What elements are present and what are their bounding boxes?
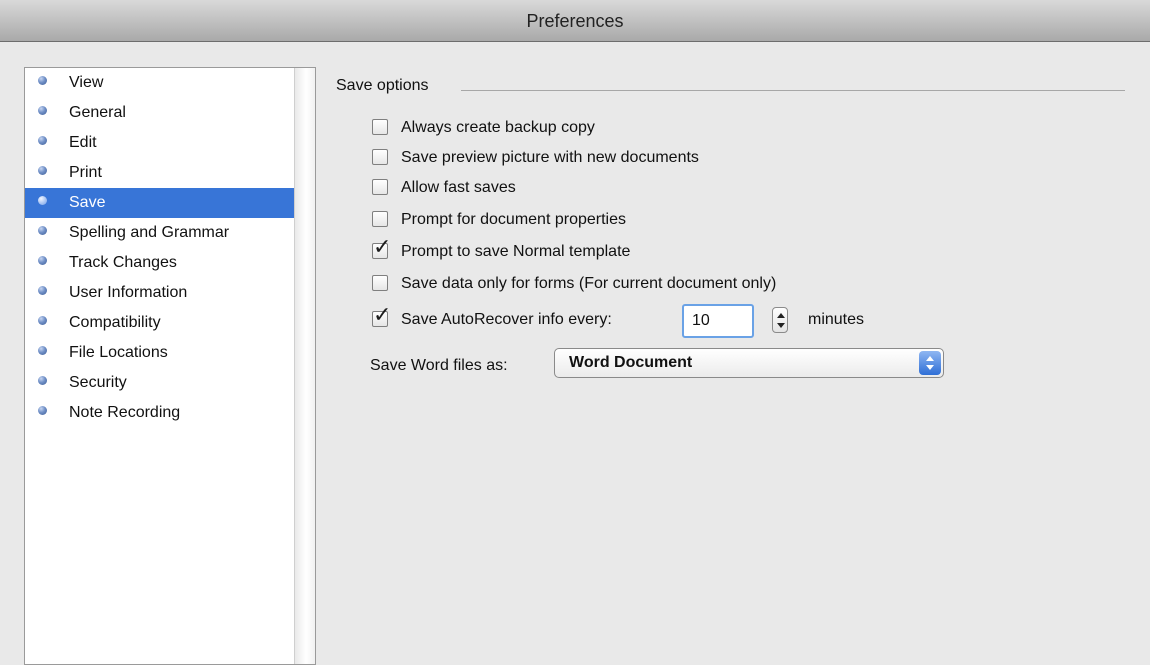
sidebar-item-security[interactable]: Security (25, 368, 295, 398)
sidebar-item-label: Spelling and Grammar (69, 224, 230, 241)
sidebar-item-label: View (69, 74, 104, 91)
save-options-panel: Save options Always create backup copy S… (336, 42, 1126, 665)
bullet-icon (38, 76, 47, 85)
fast-saves-checkbox[interactable] (372, 179, 388, 195)
sidebar-item-label: User Information (69, 284, 188, 301)
sidebar-item-note-recording[interactable]: Note Recording (25, 398, 295, 428)
sidebar-item-edit[interactable]: Edit (25, 128, 295, 158)
bullet-icon (38, 256, 47, 265)
stepper-down-icon[interactable] (777, 323, 785, 328)
bullet-icon (38, 226, 47, 235)
group-divider (461, 90, 1125, 91)
save-format-value: Word Document (569, 354, 693, 371)
title-bar: Preferences (0, 0, 1150, 42)
sidebar-item-user-information[interactable]: User Information (25, 278, 295, 308)
preferences-body: View General Edit Print Save Spelling an… (0, 42, 1150, 665)
bullet-icon (38, 286, 47, 295)
sidebar-item-file-locations[interactable]: File Locations (25, 338, 295, 368)
autorecover-minutes-input[interactable]: 10 (682, 304, 754, 338)
sidebar-item-label: Compatibility (69, 314, 161, 331)
checkbox-label: Save data only for forms (For current do… (401, 275, 777, 292)
sidebar-item-label: Security (69, 374, 127, 391)
checkbox-label: Always create backup copy (401, 119, 595, 136)
forms-data-checkbox[interactable] (372, 275, 388, 291)
minutes-label: minutes (808, 311, 865, 328)
sidebar-list: View General Edit Print Save Spelling an… (25, 68, 295, 664)
sidebar-item-label: Track Changes (69, 254, 177, 271)
sidebar-item-print[interactable]: Print (25, 158, 295, 188)
select-arrows-icon (919, 351, 941, 375)
save-as-label: Save Word files as: (370, 357, 508, 374)
group-title: Save options (336, 77, 439, 95)
chevron-up-icon (926, 356, 934, 361)
checkbox-label: Prompt for document properties (401, 211, 626, 228)
document-properties-checkbox[interactable] (372, 211, 388, 227)
sidebar-item-track-changes[interactable]: Track Changes (25, 248, 295, 278)
sidebar-item-view[interactable]: View (25, 68, 295, 98)
checkbox-label: Allow fast saves (401, 179, 516, 196)
sidebar-item-label: General (69, 104, 126, 121)
sidebar-item-general[interactable]: General (25, 98, 295, 128)
bullet-icon (38, 346, 47, 355)
bullet-icon (38, 166, 47, 175)
sidebar-item-save[interactable]: Save (25, 188, 295, 218)
autorecover-checkbox[interactable]: ✓ (372, 304, 391, 328)
checkbox-label: Save preview picture with new documents (401, 149, 699, 166)
sidebar-item-label: Save (69, 194, 106, 211)
backup-copy-checkbox[interactable] (372, 119, 388, 135)
window-title: Preferences (526, 11, 624, 31)
chevron-down-icon (926, 365, 934, 370)
sidebar-item-label: Print (69, 164, 102, 181)
sidebar-item-compatibility[interactable]: Compatibility (25, 308, 295, 338)
bullet-icon (38, 196, 47, 205)
bullet-icon (38, 406, 47, 415)
normal-template-checkbox[interactable]: ✓ (372, 236, 391, 260)
stepper-up-icon[interactable] (777, 313, 785, 318)
checkbox-label: Prompt to save Normal template (401, 243, 631, 260)
bullet-icon (38, 106, 47, 115)
checkmark-icon: ✓ (373, 303, 392, 328)
bullet-icon (38, 376, 47, 385)
save-format-select[interactable]: Word Document (554, 348, 944, 378)
checkmark-icon: ✓ (373, 235, 392, 260)
sidebar-item-label: Note Recording (69, 404, 181, 421)
checkbox-label: Save AutoRecover info every: (401, 311, 612, 328)
sidebar-scrollbar[interactable] (294, 68, 315, 664)
sidebar-item-label: Edit (69, 134, 97, 151)
autorecover-stepper[interactable] (772, 307, 788, 333)
bullet-icon (38, 136, 47, 145)
preview-picture-checkbox[interactable] (372, 149, 388, 165)
sidebar-item-label: File Locations (69, 344, 168, 361)
preferences-sidebar: View General Edit Print Save Spelling an… (24, 67, 316, 665)
bullet-icon (38, 316, 47, 325)
sidebar-item-spelling-and-grammar[interactable]: Spelling and Grammar (25, 218, 295, 248)
